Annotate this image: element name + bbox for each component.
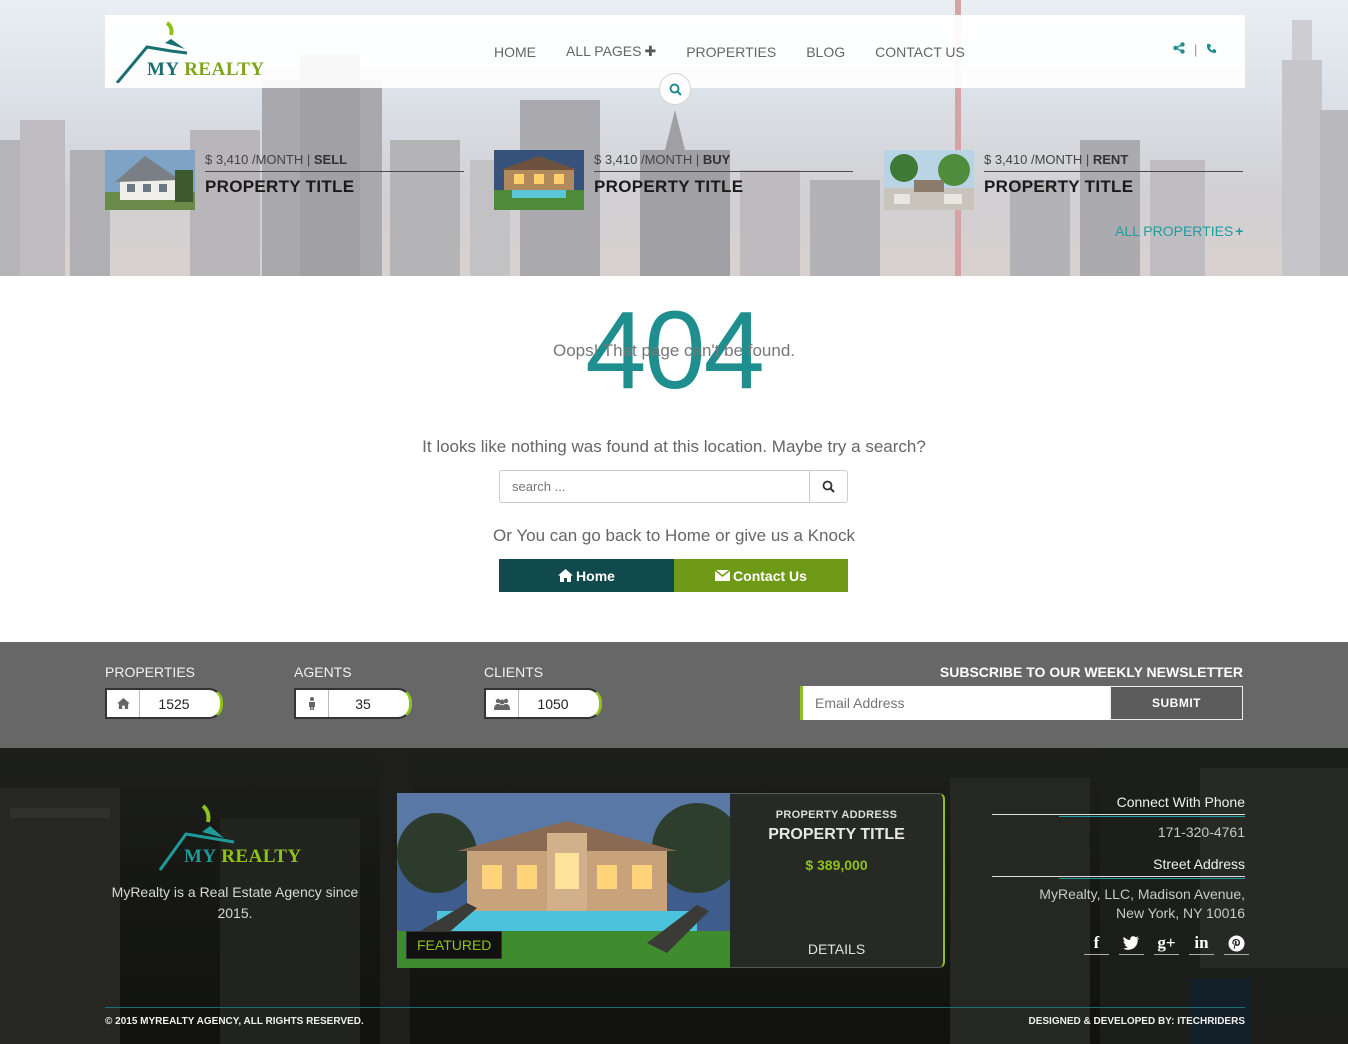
social-links: f g+ in xyxy=(1084,932,1249,955)
error-heading: Oops! That page can't be found. xyxy=(552,341,796,360)
nav-actions: | xyxy=(1173,42,1217,57)
stat-agents: AGENTS 35 xyxy=(294,664,412,719)
search-input[interactable] xyxy=(499,470,810,503)
phone-heading: Connect With Phone xyxy=(1116,794,1245,810)
home-icon xyxy=(107,690,140,717)
divider xyxy=(992,876,1245,879)
property-card-buy[interactable]: $ 3,410 /MONTH | BUY PROPERTY TITLE xyxy=(494,150,853,210)
property-title[interactable]: PROPERTY TITLE xyxy=(984,177,1243,197)
site-footer: MY REALTY MyRealty is a Real Estate Agen… xyxy=(0,748,1348,1044)
pinterest-icon[interactable] xyxy=(1224,932,1249,955)
contact-us-button[interactable]: Contact Us xyxy=(674,559,848,592)
property-card-sell[interactable]: $ 3,410 /MONTH | SELL PROPERTY TITLE xyxy=(105,150,464,210)
newsletter-submit-button[interactable]: SUBMIT xyxy=(1110,686,1243,720)
person-icon xyxy=(296,690,329,717)
property-thumbnail[interactable] xyxy=(105,150,195,210)
hero-banner: MY REALTY HOME ALL PAGES ✚ PROPERTIES BLO… xyxy=(0,0,1348,276)
search-icon xyxy=(822,480,835,493)
footer-logo[interactable]: MY REALTY xyxy=(158,804,308,874)
featured-details-link[interactable]: DETAILS xyxy=(730,941,943,957)
stat-value: 1050 xyxy=(537,695,569,712)
search-form xyxy=(499,470,848,503)
footer-featured-property[interactable]: FEATURED PROPERTY ADDRESS PROPERTY TITLE… xyxy=(397,793,945,968)
credit-text: DESIGNED & DEVELOPED BY: ITECHRIDERS xyxy=(1028,1016,1245,1027)
nav-separator: | xyxy=(1193,42,1198,57)
property-price: $ 3,410 /MONTH | SELL xyxy=(205,150,464,172)
property-title[interactable]: PROPERTY TITLE xyxy=(594,177,853,197)
error-hint: Or You can go back to Home or give us a … xyxy=(493,526,855,545)
google-plus-icon[interactable]: g+ xyxy=(1154,932,1179,955)
street-address: MyRealty, LLC, Madison Avenue, New York,… xyxy=(1039,886,1245,921)
error-section: 404 Oops! That page can't be found. It l… xyxy=(0,276,1348,642)
footer-divider xyxy=(105,1007,1245,1008)
footer-about-text: MyRealty is a Real Estate Agency since 2… xyxy=(111,884,359,921)
divider xyxy=(992,814,1245,817)
featured-address-label: PROPERTY ADDRESS xyxy=(775,809,898,821)
featured-property-price: $ 389,000 xyxy=(805,857,868,873)
footer-logo-wordmark: MY REALTY xyxy=(184,846,302,867)
phone-number[interactable]: 171-320-4761 xyxy=(992,823,1245,842)
plus-icon: ✚ xyxy=(644,43,657,59)
stat-value: 1525 xyxy=(158,695,190,712)
search-icon xyxy=(669,83,682,96)
facebook-icon[interactable]: f xyxy=(1084,932,1109,955)
search-button[interactable] xyxy=(810,470,848,503)
newsletter-title: SUBSCRIBE TO OUR WEEKLY NEWSLETTER xyxy=(939,664,1243,680)
logo-wordmark: MY REALTY xyxy=(147,59,265,80)
footer-contact: Connect With Phone 171-320-4761 Street A… xyxy=(992,794,1245,923)
property-title[interactable]: PROPERTY TITLE xyxy=(205,177,464,197)
plus-icon: + xyxy=(1235,223,1244,239)
error-message: It looks like nothing was found at this … xyxy=(422,437,926,456)
header-search-toggle[interactable] xyxy=(659,73,691,105)
property-card-rent[interactable]: $ 3,410 /MONTH | RENT PROPERTY TITLE xyxy=(884,150,1243,210)
linkedin-icon[interactable]: in xyxy=(1189,932,1214,955)
share-icon[interactable] xyxy=(1173,42,1186,54)
stat-label: PROPERTIES xyxy=(105,664,195,680)
featured-property-info: PROPERTY ADDRESS PROPERTY TITLE $ 389,00… xyxy=(730,793,945,968)
home-icon xyxy=(558,569,574,582)
featured-property-title[interactable]: PROPERTY TITLE xyxy=(730,826,943,844)
stat-label: CLIENTS xyxy=(484,664,544,680)
main-menu: HOME ALL PAGES ✚ PROPERTIES BLOG CONTACT … xyxy=(494,15,995,88)
address-heading: Street Address xyxy=(1153,856,1245,872)
newsletter-email-input[interactable] xyxy=(800,686,1110,720)
stat-value: 35 xyxy=(355,695,371,712)
site-logo[interactable]: MY REALTY xyxy=(115,21,264,84)
featured-badge: FEATURED xyxy=(406,931,503,959)
property-thumbnail[interactable] xyxy=(884,150,974,210)
error-actions: Home Contact Us xyxy=(499,559,848,592)
stat-properties: PROPERTIES 1525 xyxy=(105,664,223,719)
home-button[interactable]: Home xyxy=(499,559,674,592)
stat-label: AGENTS xyxy=(294,664,352,680)
nav-contact-us[interactable]: CONTACT US xyxy=(875,44,965,60)
nav-all-pages[interactable]: ALL PAGES ✚ xyxy=(566,43,656,60)
stat-clients: CLIENTS 1050 xyxy=(484,664,602,719)
envelope-icon xyxy=(715,570,731,581)
phone-icon[interactable] xyxy=(1206,43,1217,54)
property-price: $ 3,410 /MONTH | BUY xyxy=(594,150,853,172)
nav-properties[interactable]: PROPERTIES xyxy=(686,44,776,60)
group-icon xyxy=(486,690,519,717)
twitter-icon[interactable] xyxy=(1119,932,1144,955)
nav-blog[interactable]: BLOG xyxy=(806,44,845,60)
featured-property-image[interactable]: FEATURED xyxy=(397,793,730,968)
nav-home[interactable]: HOME xyxy=(494,44,536,60)
newsletter-form: SUBMIT xyxy=(800,686,1243,720)
property-thumbnail[interactable] xyxy=(494,150,584,210)
all-properties-link[interactable]: ALL PROPERTIES + xyxy=(1115,223,1243,239)
stats-bar: PROPERTIES 1525 AGENTS 35 CLIENTS 1050 S… xyxy=(0,642,1348,748)
property-price: $ 3,410 /MONTH | RENT xyxy=(984,150,1243,172)
copyright-text: © 2015 MYREALTY AGENCY, ALL RIGHTS RESER… xyxy=(105,1016,364,1027)
